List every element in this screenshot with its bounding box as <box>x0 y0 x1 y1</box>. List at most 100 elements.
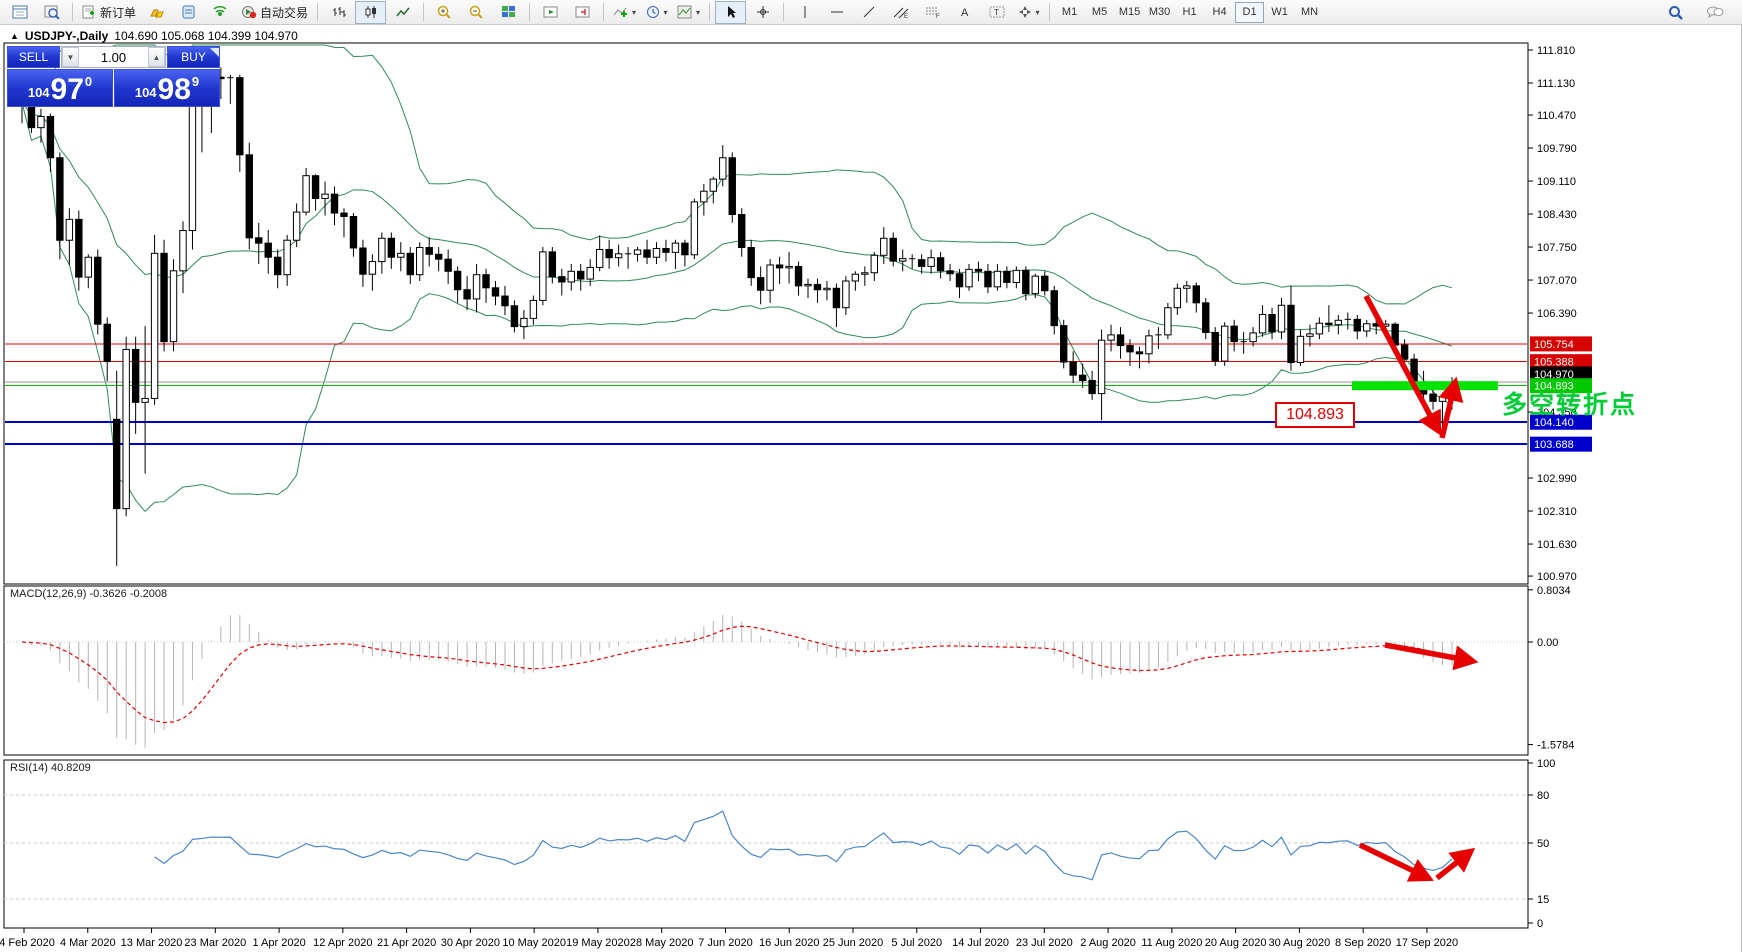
horizontal-line-icon[interactable] <box>821 1 852 24</box>
y-axis-label: 107.750 <box>1537 242 1577 254</box>
x-axis-label: 5 Jul 2020 <box>891 937 942 949</box>
auto-scroll-icon[interactable] <box>535 1 566 24</box>
timeframe-button-M5[interactable]: M5 <box>1085 2 1114 23</box>
x-axis-label: 12 Apr 2020 <box>313 937 372 949</box>
x-axis-label: 1 Apr 2020 <box>252 937 305 949</box>
y-axis-label: 107.070 <box>1537 275 1577 287</box>
buy-price-sup: 9 <box>192 74 199 89</box>
new-chart-icon[interactable] <box>4 1 35 24</box>
x-axis-label: 11 Aug 2020 <box>1141 937 1202 949</box>
fibonacci-icon[interactable]: F <box>917 1 948 24</box>
panel-collapse-toggle[interactable] <box>210 48 219 57</box>
rsi-line <box>155 811 1452 880</box>
rsi-axis-label: 0 <box>1537 918 1543 930</box>
support-band <box>1352 381 1498 390</box>
tile-windows-icon[interactable] <box>493 1 524 24</box>
x-axis-label: 30 Aug 2020 <box>1269 937 1331 949</box>
x-axis-label: 28 May 2020 <box>630 937 694 949</box>
time-axis: 24 Feb 20204 Mar 202013 Mar 202023 Mar 2… <box>0 928 1458 949</box>
x-axis-label: 13 Mar 2020 <box>121 937 183 949</box>
zoom-in-icon[interactable] <box>429 1 460 24</box>
volume-input[interactable] <box>79 49 148 66</box>
rsi-pane <box>4 795 1528 899</box>
autotrading-label: 自动交易 <box>260 4 308 21</box>
chat-icon[interactable] <box>1699 1 1730 24</box>
sell-price-tile[interactable]: 104970 <box>7 69 113 107</box>
svg-text:E: E <box>904 14 908 19</box>
sell-price-sup: 0 <box>85 74 92 89</box>
volume-increase-button[interactable]: ▲ <box>148 47 165 67</box>
chart-canvas[interactable]: 111.810111.130110.470109.790109.110108.4… <box>0 25 1742 952</box>
template-icon[interactable]: ▾ <box>673 1 704 24</box>
timeframe-button-MN[interactable]: MN <box>1295 2 1324 23</box>
search-icon[interactable] <box>1660 1 1691 24</box>
y-axis-label: 108.430 <box>1537 209 1577 221</box>
volume-decrease-button[interactable]: ▼ <box>62 47 79 67</box>
trendline-icon[interactable] <box>853 1 884 24</box>
timeframe-button-M1[interactable]: M1 <box>1055 2 1084 23</box>
price-annotation-label: 104.893 <box>1275 402 1355 428</box>
svg-text:A: A <box>961 7 969 19</box>
x-axis-label: 14 Jul 2020 <box>952 937 1009 949</box>
y-axis-label: 109.790 <box>1537 143 1577 155</box>
periods-icon[interactable]: ▾ <box>641 1 672 24</box>
y-axis-label: 110.470 <box>1537 110 1576 122</box>
timeframe-button-H4[interactable]: H4 <box>1205 2 1234 23</box>
candles <box>19 67 1455 565</box>
one-click-trading-panel: SELL ▼ ▲ BUY 104970 104989 <box>7 46 220 108</box>
y-axis-label: 111.810 <box>1537 45 1575 57</box>
timeframe-button-M15[interactable]: M15 <box>1115 2 1144 23</box>
gold-icon[interactable] <box>141 1 172 24</box>
volume-spinbox: ▼ ▲ <box>61 46 166 68</box>
trend-arrow <box>1385 645 1472 661</box>
price-badge-label: 103.688 <box>1534 439 1574 451</box>
pane-border <box>4 43 1528 584</box>
crosshair-icon[interactable] <box>747 1 778 24</box>
bar-chart-icon[interactable] <box>323 1 354 24</box>
symbol-marker: ▲ <box>10 31 19 41</box>
timeframe-button-D1[interactable]: D1 <box>1235 2 1264 23</box>
autotrading-button[interactable]: 自动交易 <box>237 1 312 24</box>
sell-price-big: 97 <box>51 77 84 103</box>
timeframe-button-H1[interactable]: H1 <box>1175 2 1204 23</box>
chart-shift-icon[interactable] <box>567 1 598 24</box>
new-order-label: 新订单 <box>100 4 136 21</box>
x-axis-label: 20 Aug 2020 <box>1205 937 1267 949</box>
indicators-icon[interactable]: ▾ <box>609 1 640 24</box>
cursor-icon[interactable] <box>715 1 746 24</box>
signal-icon[interactable] <box>205 1 236 24</box>
y-axis-label: 101.630 <box>1537 539 1577 551</box>
sell-button[interactable]: SELL <box>7 46 60 68</box>
x-axis-label: 25 Jun 2020 <box>823 937 884 949</box>
document-icon[interactable] <box>173 1 204 24</box>
chart-window: 111.810111.130110.470109.790109.110108.4… <box>0 25 1742 952</box>
x-axis-label: 10 May 2020 <box>502 937 566 949</box>
symbol-period-label: USDJPY-,Daily <box>25 29 108 43</box>
main-pane <box>4 45 1528 566</box>
mt4-window: { "toolbar": { "new_order_label": "新订单",… <box>0 0 1742 952</box>
timeframe-button-W1[interactable]: W1 <box>1265 2 1294 23</box>
arrows-icon[interactable]: ▾ <box>1013 1 1044 24</box>
y-axis-label: 102.310 <box>1537 506 1577 518</box>
text-icon[interactable]: A <box>949 1 980 24</box>
x-axis-label: 19 May 2020 <box>566 937 630 949</box>
x-axis-label: 17 Sep 2020 <box>1396 937 1458 949</box>
y-axis-label: 102.990 <box>1537 473 1577 485</box>
rsi-label: RSI(14) 40.8209 <box>10 762 91 774</box>
channel-icon[interactable]: E <box>885 1 916 24</box>
trend-arrow <box>1366 296 1438 430</box>
trend-arrow <box>1437 852 1470 878</box>
macd-label: MACD(12,26,9) -0.3626 -0.2008 <box>10 588 167 600</box>
x-axis-label: 21 Apr 2020 <box>377 937 436 949</box>
text-label-icon[interactable]: T <box>981 1 1012 24</box>
chart-profiles-icon[interactable] <box>36 1 67 24</box>
vertical-line-icon[interactable] <box>789 1 820 24</box>
zoom-out-icon[interactable] <box>461 1 492 24</box>
timeframe-button-M30[interactable]: M30 <box>1145 2 1174 23</box>
new-order-button[interactable]: 新订单 <box>78 1 140 24</box>
candlestick-chart-icon[interactable] <box>355 1 386 24</box>
svg-text:T: T <box>994 8 999 17</box>
buy-price-tile[interactable]: 104989 <box>114 69 220 107</box>
x-axis-label: 16 Jun 2020 <box>759 937 820 949</box>
line-chart-icon[interactable] <box>387 1 418 24</box>
